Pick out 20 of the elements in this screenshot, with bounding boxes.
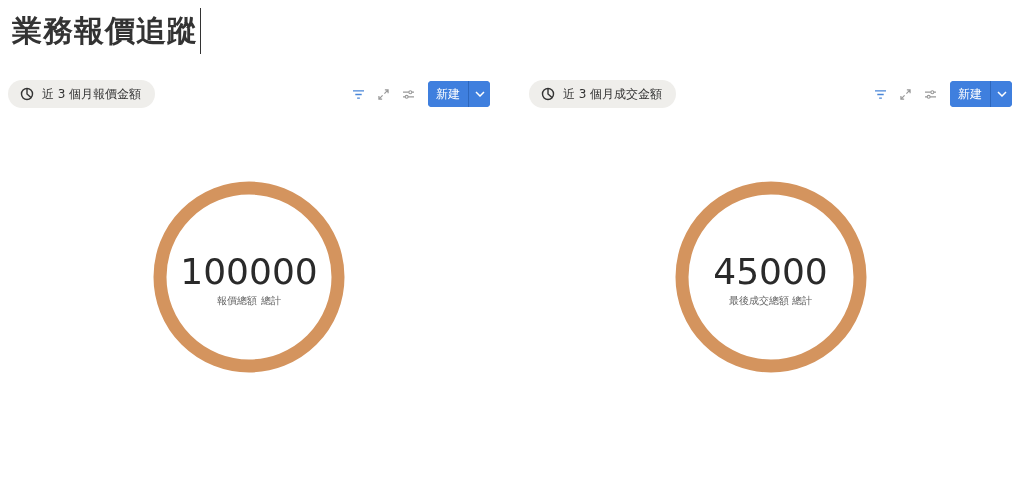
dropdown-button[interactable] xyxy=(990,81,1012,107)
filter-icon[interactable] xyxy=(874,88,887,100)
value-caption: 最後成交總額 總計 xyxy=(728,293,813,308)
total-value: 45000 xyxy=(713,252,828,292)
sliders-icon[interactable] xyxy=(402,88,415,100)
filter-icon[interactable] xyxy=(352,88,365,100)
pie-chart-icon xyxy=(20,87,34,101)
page-title: 業務報價追蹤 xyxy=(12,11,198,50)
text-cursor xyxy=(200,8,201,54)
expand-icon[interactable] xyxy=(378,88,389,100)
sliders-icon[interactable] xyxy=(924,88,937,100)
expand-icon[interactable] xyxy=(900,88,911,100)
view-tab[interactable]: 近 3 個月報價金額 xyxy=(8,80,156,108)
caret-icon xyxy=(996,91,1007,97)
dropdown-button[interactable] xyxy=(468,81,490,107)
total-value: 100000 xyxy=(180,252,318,292)
caret-icon xyxy=(474,91,485,97)
view-tab[interactable]: 近 3 個月成交金額 xyxy=(529,80,677,108)
value-caption: 報價總額 總計 xyxy=(217,293,281,308)
pie-chart-icon xyxy=(541,87,555,101)
